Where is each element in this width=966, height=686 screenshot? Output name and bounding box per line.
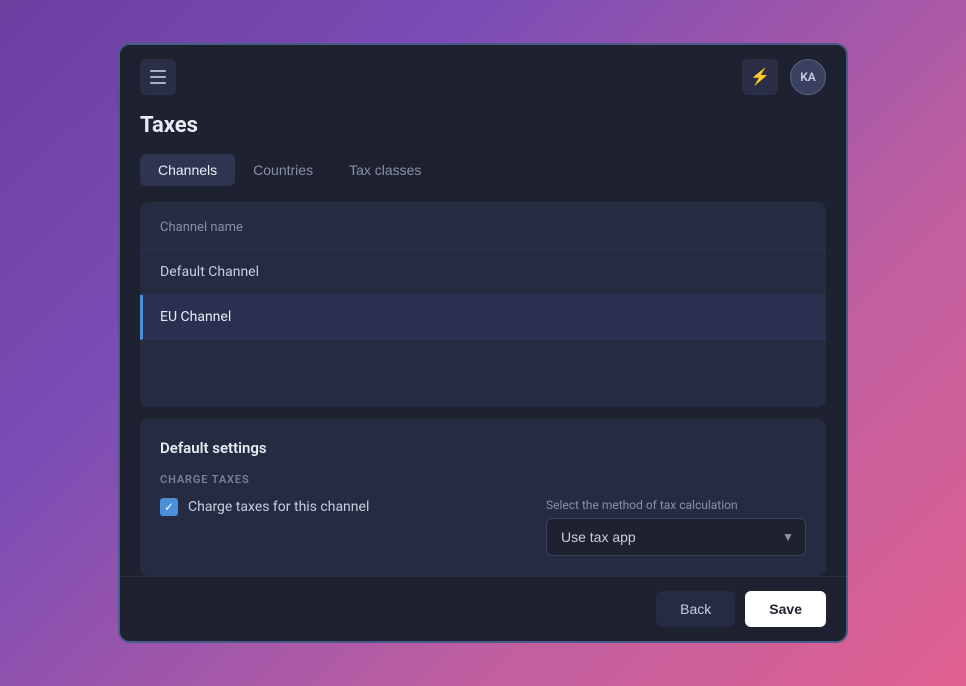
tax-method-group: Select the method of tax calculation Use… (546, 498, 806, 556)
back-button[interactable]: Back (656, 591, 735, 627)
channel-list-header: Channel name (140, 202, 826, 250)
lightning-button[interactable]: ⚡ (742, 59, 778, 95)
header: ⚡ KA (120, 45, 846, 109)
avatar: KA (790, 59, 826, 95)
tab-tax-classes[interactable]: Tax classes (331, 154, 439, 186)
lightning-icon: ⚡ (750, 67, 770, 87)
menu-line-2 (150, 76, 166, 78)
save-button[interactable]: Save (745, 591, 826, 627)
channel-list-header-text: Channel name (160, 220, 243, 235)
channel-item-eu[interactable]: EU Channel (140, 295, 826, 340)
menu-line-1 (150, 70, 166, 72)
tax-method-label: Select the method of tax calculation (546, 498, 806, 512)
menu-button[interactable] (140, 59, 176, 95)
page-title: Taxes (140, 113, 826, 138)
charge-taxes-label: CHARGE TAXES (160, 473, 806, 486)
settings-section: Default settings CHARGE TAXES ✓ Charge t… (140, 419, 826, 576)
channel-list-container: Channel name Default Channel EU Channel (140, 202, 826, 407)
main-content: Taxes Channels Countries Tax classes Cha… (120, 109, 846, 576)
channel-item-default[interactable]: Default Channel (140, 250, 826, 295)
tab-channels[interactable]: Channels (140, 154, 235, 186)
charge-taxes-checkbox-label[interactable]: ✓ Charge taxes for this channel (160, 498, 369, 516)
tax-method-select-wrapper: Use tax app Flat rates ▼ (546, 518, 806, 556)
settings-title: Default settings (160, 439, 806, 457)
charge-taxes-checkbox[interactable]: ✓ (160, 498, 178, 516)
footer: Back Save (120, 576, 846, 641)
charge-taxes-row: ✓ Charge taxes for this channel Select t… (160, 498, 806, 556)
tabs: Channels Countries Tax classes (140, 154, 826, 186)
checkmark-icon: ✓ (164, 501, 174, 513)
tab-countries[interactable]: Countries (235, 154, 331, 186)
header-right: ⚡ KA (742, 59, 826, 95)
menu-line-3 (150, 82, 166, 84)
app-window: ⚡ KA Taxes Channels Countries Tax classe… (118, 43, 848, 643)
content-area: Channel name Default Channel EU Channel … (140, 202, 826, 576)
charge-taxes-text: Charge taxes for this channel (188, 499, 369, 515)
tax-method-select[interactable]: Use tax app Flat rates (546, 518, 806, 556)
